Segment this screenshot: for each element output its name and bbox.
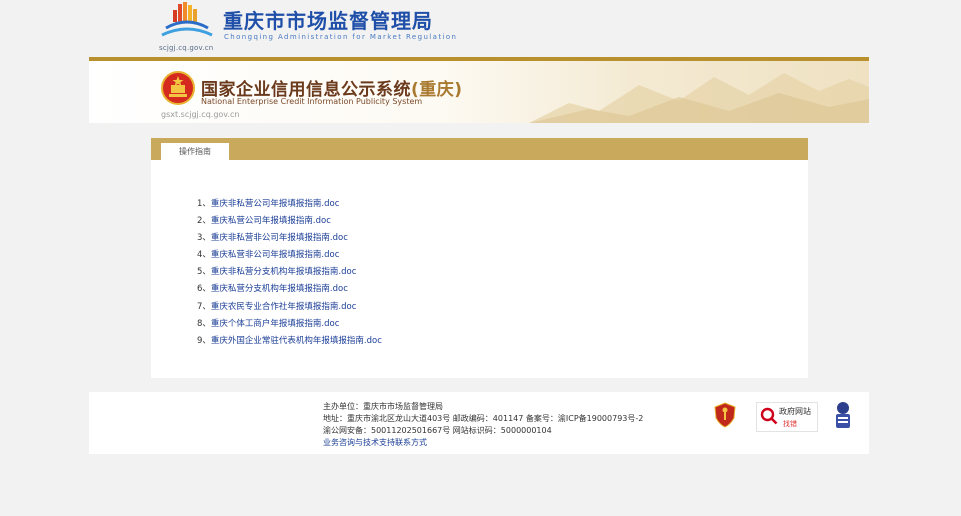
tab-bar: 操作指南	[151, 138, 808, 160]
guide-download-link[interactable]: 重庆外国企业常驻代表机构年报填报指南.doc	[211, 336, 382, 346]
list-item-number: 6、	[197, 284, 211, 295]
guide-download-link[interactable]: 重庆非私营公司年报填报指南.doc	[211, 199, 339, 209]
list-item-number: 1、	[197, 199, 211, 209]
footer-address: 地址：重庆市渝北区龙山大道403号 邮政编码：401147 备案号：渝ICP备1…	[323, 414, 644, 423]
mountain-decoration	[529, 73, 869, 123]
top-header: 重庆市市场监督管理局 Chongqing Administration for …	[0, 0, 961, 57]
list-item: 1、重庆非私营公司年报填报指南.doc	[197, 196, 382, 213]
list-item-number: 5、	[197, 267, 211, 278]
gov-badge-title: 政府网站	[779, 407, 811, 416]
system-domain: gsxt.scjgj.cq.gov.cn	[161, 110, 240, 119]
guide-download-link[interactable]: 重庆私营分支机构年报填报指南.doc	[211, 284, 348, 294]
guide-download-link[interactable]: 重庆非私营非公司年报填报指南.doc	[211, 233, 348, 243]
list-item: 2、重庆私营公司年报填报指南.doc	[197, 213, 382, 230]
guide-download-link[interactable]: 重庆私营公司年报填报指南.doc	[211, 216, 331, 226]
guide-panel: 操作指南 1、重庆非私营公司年报填报指南.doc 2、重庆私营公司年报填报指南.…	[151, 138, 808, 378]
system-banner: 国家企业信用信息公示系统(重庆) National Enterprise Cre…	[89, 61, 869, 123]
gov-website-error-report-button[interactable]: 政府网站 找错	[756, 402, 818, 432]
footer-info: 主办单位：重庆市市场监督管理局 地址：重庆市渝北区龙山大道403号 邮政编码：4…	[323, 401, 643, 449]
footer-security: 渝公网安备：50011202501667号 网站标识码：5000000104	[323, 426, 552, 435]
list-item: 7、重庆农民专业合作社年报填报指南.doc	[197, 299, 382, 316]
guide-download-link[interactable]: 重庆农民专业合作社年报填报指南.doc	[211, 302, 356, 312]
national-emblem-icon	[161, 71, 195, 105]
guide-list: 1、重庆非私营公司年报填报指南.doc 2、重庆私营公司年报填报指南.doc 3…	[197, 196, 382, 350]
guide-download-link[interactable]: 重庆个体工商户年报填报指南.doc	[211, 319, 339, 329]
site-badge-icon[interactable]	[832, 400, 854, 432]
list-item: 6、重庆私营分支机构年报填报指南.doc	[197, 281, 382, 298]
gov-website-search-icon	[760, 407, 778, 425]
agency-title: 重庆市市场监督管理局	[223, 9, 433, 33]
list-item-number: 8、	[197, 318, 211, 329]
list-item: 3、重庆非私营非公司年报填报指南.doc	[197, 230, 382, 247]
list-item-number: 4、	[197, 250, 211, 261]
list-item: 4、重庆私营非公司年报填报指南.doc	[197, 247, 382, 264]
footer: 主办单位：重庆市市场监督管理局 地址：重庆市渝北区龙山大道403号 邮政编码：4…	[89, 392, 869, 454]
smr-logo-icon[interactable]	[160, 2, 214, 42]
police-badge-icon[interactable]	[714, 402, 736, 428]
guide-download-link[interactable]: 重庆私营非公司年报填报指南.doc	[211, 250, 339, 260]
list-item: 9、重庆外国企业常驻代表机构年报填报指南.doc	[197, 333, 382, 350]
agency-subtitle: Chongqing Administration for Market Regu…	[224, 33, 458, 41]
list-item-number: 9、	[197, 335, 211, 346]
system-subtitle: National Enterprise Credit Information P…	[201, 97, 423, 106]
footer-sponsor: 主办单位：重庆市市场监督管理局	[323, 402, 443, 411]
list-item: 8、重庆个体工商户年报填报指南.doc	[197, 316, 382, 333]
list-item-number: 7、	[197, 301, 211, 312]
gov-badge-action: 找错	[783, 420, 797, 428]
agency-domain: scjgj.cq.gov.cn	[159, 44, 214, 52]
list-item-number: 2、	[197, 216, 211, 227]
list-item: 5、重庆非私营分支机构年报填报指南.doc	[197, 264, 382, 281]
list-item-number: 3、	[197, 233, 211, 244]
tab-operation-guide[interactable]: 操作指南	[161, 143, 229, 160]
guide-download-link[interactable]: 重庆非私营分支机构年报填报指南.doc	[211, 267, 356, 277]
support-contact-link[interactable]: 业务咨询与技术支持联系方式	[323, 437, 643, 449]
